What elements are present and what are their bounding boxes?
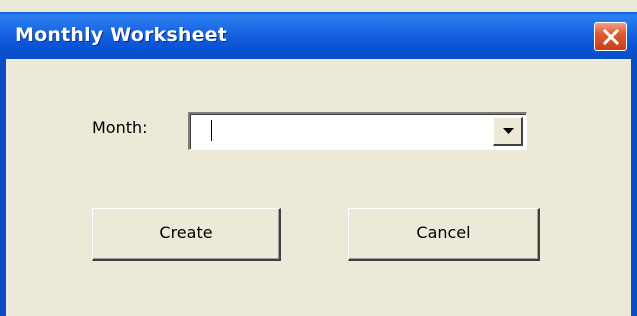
close-icon: [602, 28, 620, 46]
create-button[interactable]: Create: [92, 208, 281, 261]
chevron-down-icon: [503, 128, 514, 134]
month-label: Month:: [92, 118, 148, 137]
window-border-right: [631, 59, 637, 316]
cancel-button[interactable]: Cancel: [348, 208, 540, 261]
dialog-window: Monthly Worksheet Month: Create Cancel: [0, 0, 637, 316]
title-bar[interactable]: Monthly Worksheet: [0, 12, 637, 59]
month-combobox[interactable]: [188, 112, 527, 150]
close-button[interactable]: [594, 22, 627, 51]
month-dropdown-button[interactable]: [493, 117, 523, 146]
window-title: Monthly Worksheet: [15, 24, 228, 46]
text-caret: [211, 120, 212, 141]
window-border-left: [0, 59, 6, 316]
